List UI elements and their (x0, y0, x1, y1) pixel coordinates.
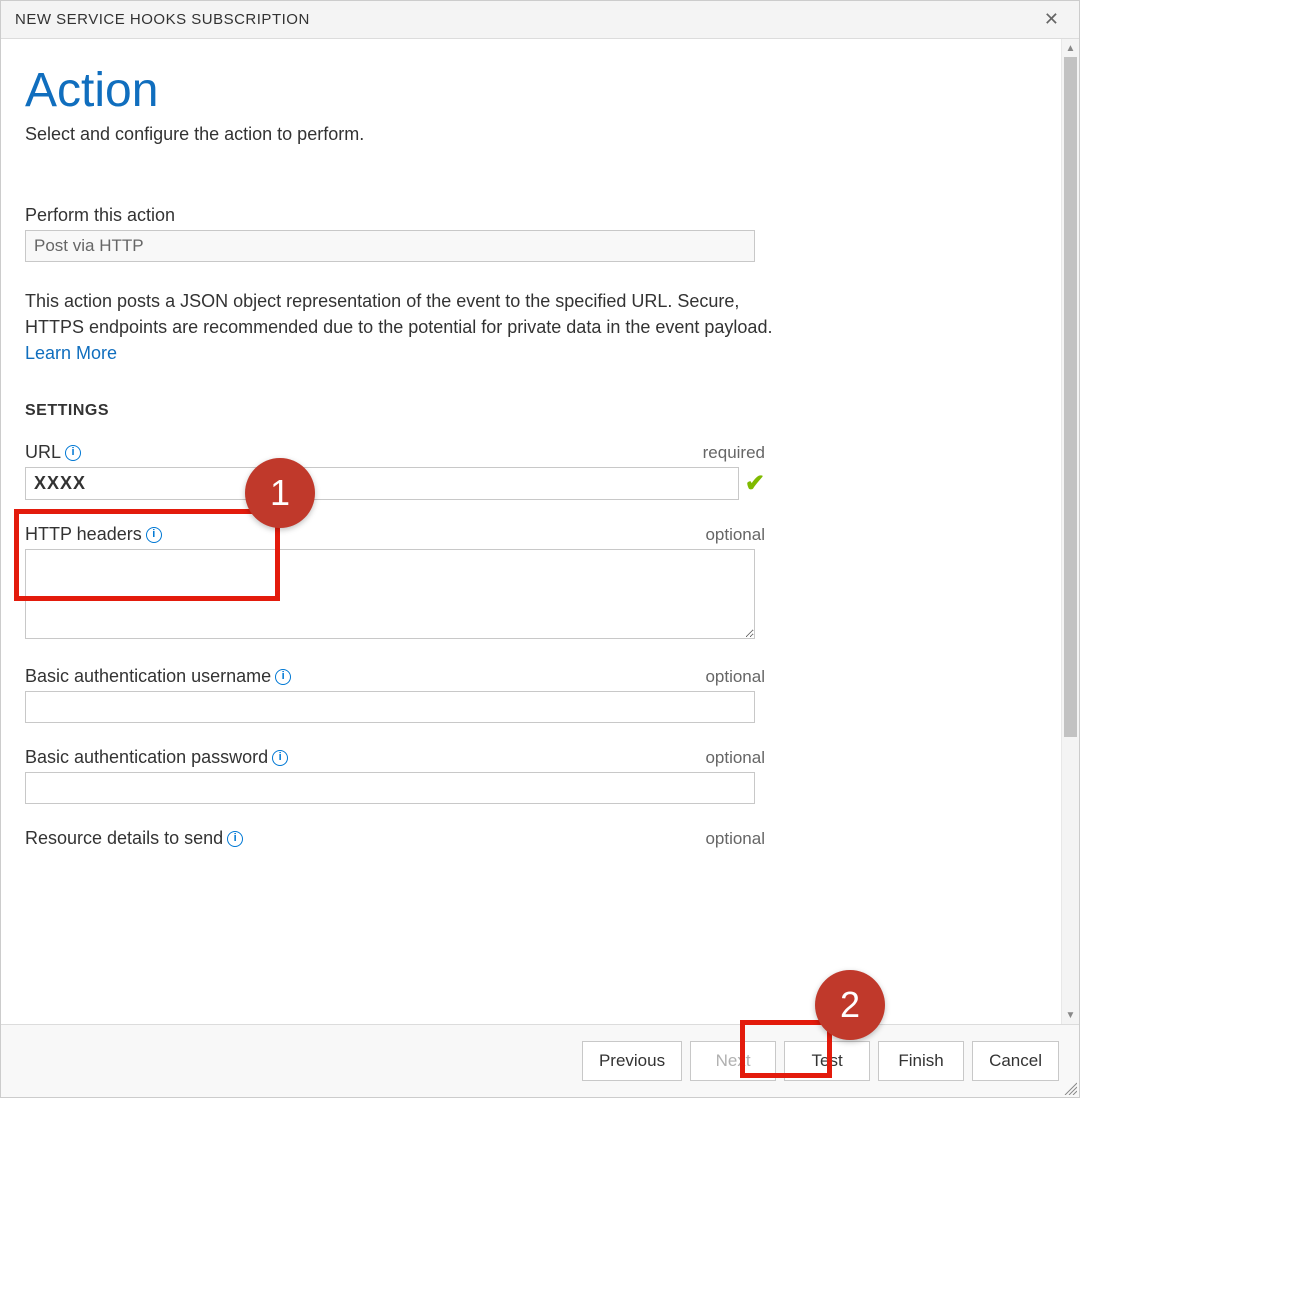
annotation-callout-2: 2 (815, 970, 885, 1040)
test-button[interactable]: Test (784, 1041, 870, 1081)
scroll-track[interactable] (1062, 57, 1079, 1006)
url-input[interactable] (25, 467, 739, 500)
basic-user-label-text: Basic authentication username (25, 666, 271, 687)
resource-details-label: Resource details to send i (25, 828, 243, 849)
dialog-footer: Previous Next Test Finish Cancel (1, 1024, 1079, 1097)
annotation-callout-1: 1 (245, 458, 315, 528)
basic-user-label: Basic authentication username i (25, 666, 291, 687)
headers-label-text: HTTP headers (25, 524, 142, 545)
headers-field-block: HTTP headers i optional (25, 524, 765, 642)
resource-details-field-block: Resource details to send i optional (25, 828, 765, 849)
info-icon[interactable]: i (227, 831, 243, 847)
basic-pass-label: Basic authentication password i (25, 747, 288, 768)
scroll-down-icon[interactable]: ▼ (1062, 1006, 1079, 1024)
url-hint: required (703, 443, 765, 463)
dialog-title: NEW SERVICE HOOKS SUBSCRIPTION (15, 11, 310, 28)
resize-grip-icon (1061, 1079, 1077, 1095)
info-icon[interactable]: i (146, 527, 162, 543)
action-description: This action posts a JSON object represen… (25, 288, 785, 366)
action-label: Perform this action (25, 205, 175, 226)
dialog-body: Action Select and configure the action t… (1, 39, 1061, 1024)
headers-hint: optional (705, 525, 765, 545)
cancel-button[interactable]: Cancel (972, 1041, 1059, 1081)
basic-pass-hint: optional (705, 748, 765, 768)
close-icon[interactable]: ✕ (1038, 9, 1065, 30)
dialog-header: NEW SERVICE HOOKS SUBSCRIPTION ✕ (1, 1, 1079, 39)
url-label-text: URL (25, 442, 61, 463)
dialog-window: NEW SERVICE HOOKS SUBSCRIPTION ✕ Action … (0, 0, 1080, 1098)
info-icon[interactable]: i (272, 750, 288, 766)
action-select-block: Perform this action (25, 205, 765, 262)
headers-input[interactable] (25, 549, 755, 639)
url-field-block: URL i required ✔ (25, 442, 765, 500)
scroll-up-icon[interactable]: ▲ (1062, 39, 1079, 57)
action-select[interactable] (25, 230, 755, 262)
basic-pass-field-block: Basic authentication password i optional (25, 747, 765, 804)
page-subtitle: Select and configure the action to perfo… (25, 124, 1037, 145)
settings-heading: SETTINGS (25, 402, 1037, 420)
info-icon[interactable]: i (275, 669, 291, 685)
headers-label: HTTP headers i (25, 524, 162, 545)
basic-user-input[interactable] (25, 691, 755, 723)
basic-user-field-block: Basic authentication username i optional (25, 666, 765, 723)
url-label: URL i (25, 442, 81, 463)
dialog-body-wrap: Action Select and configure the action t… (1, 39, 1079, 1024)
checkmark-icon: ✔ (745, 469, 765, 498)
learn-more-link[interactable]: Learn More (25, 343, 117, 363)
basic-pass-label-text: Basic authentication password (25, 747, 268, 768)
page-title: Action (25, 63, 1037, 118)
next-button[interactable]: Next (690, 1041, 776, 1081)
scroll-thumb[interactable] (1064, 57, 1077, 737)
previous-button[interactable]: Previous (582, 1041, 682, 1081)
resource-details-label-text: Resource details to send (25, 828, 223, 849)
scrollbar[interactable]: ▲ ▼ (1061, 39, 1079, 1024)
action-description-text: This action posts a JSON object represen… (25, 291, 772, 337)
info-icon[interactable]: i (65, 445, 81, 461)
basic-pass-input[interactable] (25, 772, 755, 804)
resource-details-hint: optional (705, 829, 765, 849)
finish-button[interactable]: Finish (878, 1041, 964, 1081)
basic-user-hint: optional (705, 667, 765, 687)
